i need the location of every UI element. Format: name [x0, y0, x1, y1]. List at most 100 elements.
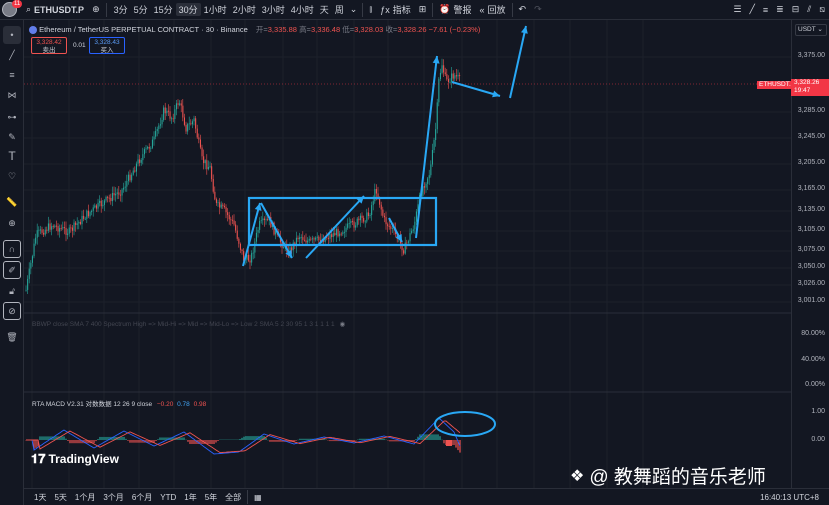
macd-histogram-bar	[79, 440, 81, 444]
tool-fib-fan[interactable]: ⧅	[815, 0, 829, 20]
candle-body	[156, 129, 158, 131]
tf-1d[interactable]: 天	[317, 3, 332, 16]
goto-date-button[interactable]: ▦	[250, 493, 266, 502]
range-1m[interactable]: 1个月	[71, 492, 99, 503]
range-1d[interactable]: 1天	[30, 492, 50, 503]
chart-type-button[interactable]: ⫾	[365, 0, 376, 20]
candle-body	[361, 215, 363, 218]
delete-tool[interactable]: 🗑︎	[3, 328, 21, 346]
tool-trend[interactable]: ╱	[745, 0, 758, 20]
lock-tool[interactable]: 🔓︎	[3, 282, 21, 300]
trendline-tool[interactable]: ╱	[3, 46, 21, 64]
annotations[interactable]	[247, 196, 496, 437]
macd-v1: −0.20	[156, 401, 174, 408]
range-all[interactable]: 全部	[221, 492, 245, 503]
tf-15m[interactable]: 15分	[151, 3, 176, 16]
fib-tool[interactable]: ≡	[3, 66, 21, 84]
currency-selector[interactable]: USDT ⌄	[795, 24, 827, 36]
alert-button[interactable]: ⏰ 警报	[435, 0, 475, 20]
annotation-ellipse[interactable]	[434, 411, 496, 437]
redo-button[interactable]: ↷	[530, 0, 546, 20]
candle-body	[54, 225, 56, 227]
macd-histogram-bar	[135, 440, 137, 443]
sell-button[interactable]: 3,328.42 卖出	[31, 37, 67, 54]
macd-histogram-bar	[103, 436, 105, 441]
undo-button[interactable]: ↶	[515, 0, 531, 20]
icon-tool[interactable]: ♡	[3, 167, 21, 185]
magnet-tool[interactable]: ∩	[3, 240, 21, 258]
compare-add-button[interactable]: ⊕	[88, 0, 104, 20]
tf-1w[interactable]: 周	[332, 3, 347, 16]
tool-fib-ext[interactable]: ≣	[772, 0, 788, 20]
candle-body	[316, 236, 318, 238]
tf-2h[interactable]: 2小时	[230, 3, 259, 16]
bbwp-legend[interactable]: BBWP close SMA 7 400 Spectrum High => Mi…	[32, 320, 345, 328]
tf-3m[interactable]: 3分	[111, 3, 131, 16]
avatar[interactable]: 11	[0, 0, 23, 20]
annotation-rectangle[interactable]	[247, 196, 438, 247]
macd-histogram-bar	[77, 440, 79, 444]
macd-line	[26, 418, 461, 455]
candle-body	[363, 217, 365, 222]
candle-body	[172, 118, 174, 120]
tool-ruler[interactable]: ⊟	[788, 0, 804, 20]
macd-histogram-bar	[209, 440, 211, 444]
clock-display[interactable]: 16:40:13 UTC+8	[756, 493, 823, 502]
macd-histogram-bar	[99, 436, 101, 441]
macd-histogram-bar	[41, 436, 43, 440]
tradingview-logo[interactable]: 𝟏𝟕 TradingView	[31, 451, 119, 467]
range-3m[interactable]: 3个月	[99, 492, 127, 503]
candle-body	[249, 260, 251, 263]
ruler-tool[interactable]: 📏	[3, 193, 21, 211]
brush-tool[interactable]: ✎	[3, 128, 21, 146]
text-tool[interactable]: T	[3, 147, 21, 165]
stay-drawing-tool[interactable]: ✐	[3, 261, 21, 279]
candle-body	[372, 201, 374, 206]
indicators-button[interactable]: ƒx 指标	[376, 0, 415, 20]
range-5y[interactable]: 5年	[201, 492, 221, 503]
prediction-tool[interactable]: ⊶	[3, 108, 21, 126]
candle-body	[166, 110, 168, 114]
range-5d[interactable]: 5天	[50, 492, 70, 503]
chevron-down-icon[interactable]: ⌄	[347, 4, 361, 15]
tf-5m[interactable]: 5分	[131, 3, 151, 16]
pattern-tool[interactable]: ⋈	[3, 86, 21, 104]
macd-histogram-bar	[279, 440, 281, 442]
macd-legend[interactable]: RTA MACD V2.31 对数数据 12 26 9 close −0.20 …	[32, 398, 206, 408]
range-6m[interactable]: 6个月	[128, 492, 156, 503]
buy-button[interactable]: 3,328.43 买入	[89, 37, 125, 54]
zoom-tool[interactable]: ⊕	[3, 214, 21, 232]
chart-canvas[interactable]	[24, 20, 791, 488]
candle-body	[193, 118, 195, 122]
range-ytd[interactable]: YTD	[156, 493, 180, 502]
candle-body	[164, 107, 166, 114]
tf-1h[interactable]: 1小时	[201, 3, 230, 16]
grid-icon: ⊞	[418, 4, 427, 14]
candle-body	[251, 253, 253, 263]
undo-icon: ↶	[518, 4, 527, 14]
templates-button[interactable]: ⊞	[415, 0, 431, 20]
eye-icon[interactable]: ◉	[339, 321, 345, 328]
current-price-tag[interactable]: ETHUSDT.P 3,328.26 19:47	[757, 79, 829, 96]
legend-title[interactable]: Ethereum / TetherUS PERPETUAL CONTRACT ·…	[39, 25, 248, 34]
sell-price: 3,328.42	[36, 39, 62, 46]
macd-histogram-bar	[179, 437, 181, 440]
candlestick-series	[25, 58, 461, 294]
tool-fib[interactable]: ≡	[759, 0, 772, 20]
hide-tool[interactable]: ⊘	[3, 302, 21, 320]
tf-30m[interactable]: 30分	[175, 3, 201, 16]
price-label: 3,205.00	[797, 159, 825, 166]
macd-histogram-bar	[443, 440, 445, 444]
candle-body	[225, 207, 227, 213]
symbol-search-button[interactable]: ⌕ ETHUSDT.P	[22, 0, 88, 20]
measure-icon: ⊶	[7, 111, 17, 122]
range-1y[interactable]: 1年	[180, 492, 200, 503]
tf-3h[interactable]: 3小时	[259, 3, 288, 16]
tf-4h[interactable]: 4小时	[288, 3, 317, 16]
replay-button[interactable]: « 回放	[476, 0, 510, 20]
cursor-tool[interactable]: •	[3, 26, 21, 44]
tool-channel[interactable]: ⫽	[803, 0, 815, 20]
alarm-icon: ⏰	[439, 4, 451, 14]
chart-pane[interactable]: Ethereum / TetherUS PERPETUAL CONTRACT ·…	[24, 20, 791, 500]
tool-lines[interactable]: ☰	[729, 0, 745, 20]
